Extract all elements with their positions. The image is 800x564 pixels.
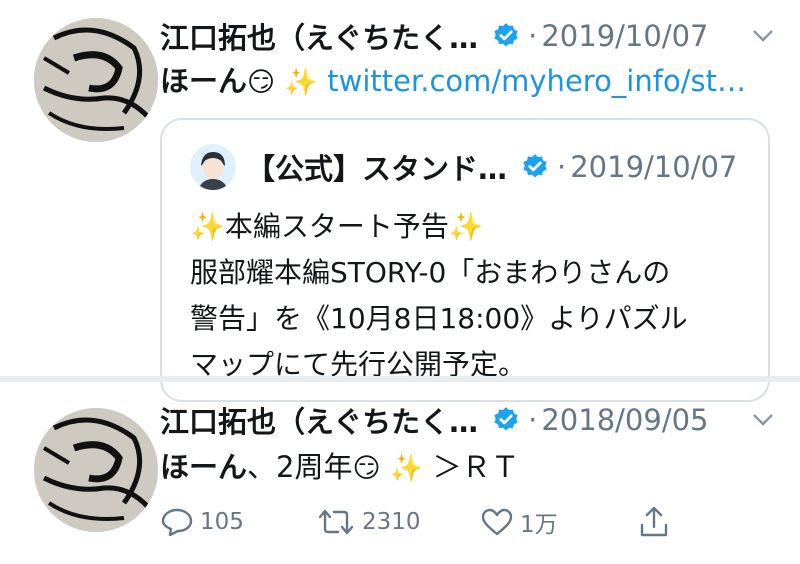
- tweet-actions: 105 2310 1万: [160, 502, 720, 542]
- tweet-text: ほーん😏 ✨ twitter.com/myhero_info/st…: [160, 58, 746, 100]
- quoted-header: 【公式】スタンド… · 2019/10/07: [246, 146, 737, 188]
- verified-icon: [523, 154, 547, 178]
- author-avatar[interactable]: [34, 408, 158, 532]
- separator-dot: ·: [557, 150, 567, 184]
- verified-icon: [494, 407, 518, 431]
- author-avatar[interactable]: [34, 18, 158, 142]
- like-count: 1万: [520, 512, 558, 538]
- quoted-text-line: 警告」を《10月8日18:00》よりパズル: [190, 302, 688, 335]
- quoted-text-line: ✨本編スタート予告✨: [190, 210, 484, 243]
- reply-count: 105: [200, 509, 244, 535]
- like-button[interactable]: 1万: [480, 502, 558, 542]
- separator-dot: ·: [528, 19, 538, 53]
- reply-icon: [161, 508, 193, 537]
- tweet-text-bold: ほーん: [160, 64, 248, 98]
- tweet[interactable]: 江口拓也（えぐちたく… · 2018/09/05 ほーん、2周年😏 ✨ ＞ＲＴ …: [0, 384, 800, 564]
- tweet-text-rest: 、2周年: [247, 450, 353, 484]
- author-name[interactable]: 江口拓也（えぐちたく…: [160, 399, 478, 441]
- chevron-down-icon[interactable]: [752, 29, 774, 43]
- sparkles-emoji: ✨: [389, 453, 424, 484]
- quoted-date: 2019/10/07: [570, 150, 738, 184]
- sparkles-emoji: ✨: [284, 67, 319, 98]
- reply-button[interactable]: 105: [160, 502, 244, 542]
- quoted-tweet[interactable]: 【公式】スタンド… · 2019/10/07 ✨本編スタート予告✨ 服部耀本編S…: [160, 118, 770, 402]
- heart-icon: [481, 508, 513, 536]
- tweet-text-tail: ＞ＲＴ: [423, 450, 520, 484]
- retweet-button[interactable]: 2310: [316, 502, 421, 542]
- chevron-down-icon[interactable]: [752, 413, 774, 427]
- quoted-author-name[interactable]: 【公式】スタンド…: [246, 146, 507, 188]
- tweet-text-bold: ほーん: [160, 450, 248, 484]
- tweet-date[interactable]: 2018/09/05: [541, 403, 708, 437]
- author-name[interactable]: 江口拓也（えぐちたく…: [160, 15, 478, 57]
- tweet-header: 江口拓也（えぐちたく… · 2019/10/07: [160, 16, 774, 56]
- share-button[interactable]: [638, 502, 670, 542]
- tweet-link[interactable]: twitter.com/myhero_info/st…: [327, 64, 746, 98]
- tweet-header: 江口拓也（えぐちたく… · 2018/09/05: [160, 400, 774, 440]
- quoted-text-line: 服部耀本編STORY-0「おまわりさんの: [190, 256, 671, 289]
- tweet-text: ほーん、2周年😏 ✨ ＞ＲＴ: [160, 444, 520, 486]
- smirk-emoji: 😏: [352, 453, 381, 484]
- tweet[interactable]: 江口拓也（えぐちたく… · 2019/10/07 ほーん😏 ✨ twitter.…: [0, 0, 800, 402]
- retweet-count: 2310: [362, 509, 421, 535]
- quoted-text: ✨本編スタート予告✨ 服部耀本編STORY-0「おまわりさんの 警告」を《10月…: [190, 204, 688, 388]
- tweet-date[interactable]: 2019/10/07: [541, 19, 708, 53]
- quoted-author-avatar[interactable]: [190, 144, 236, 190]
- retweet-icon: [318, 509, 354, 535]
- verified-icon: [494, 23, 518, 47]
- separator-dot: ·: [528, 403, 538, 437]
- tweet-divider: [0, 376, 800, 382]
- smirk-emoji: 😏: [247, 67, 276, 98]
- share-icon: [640, 506, 668, 537]
